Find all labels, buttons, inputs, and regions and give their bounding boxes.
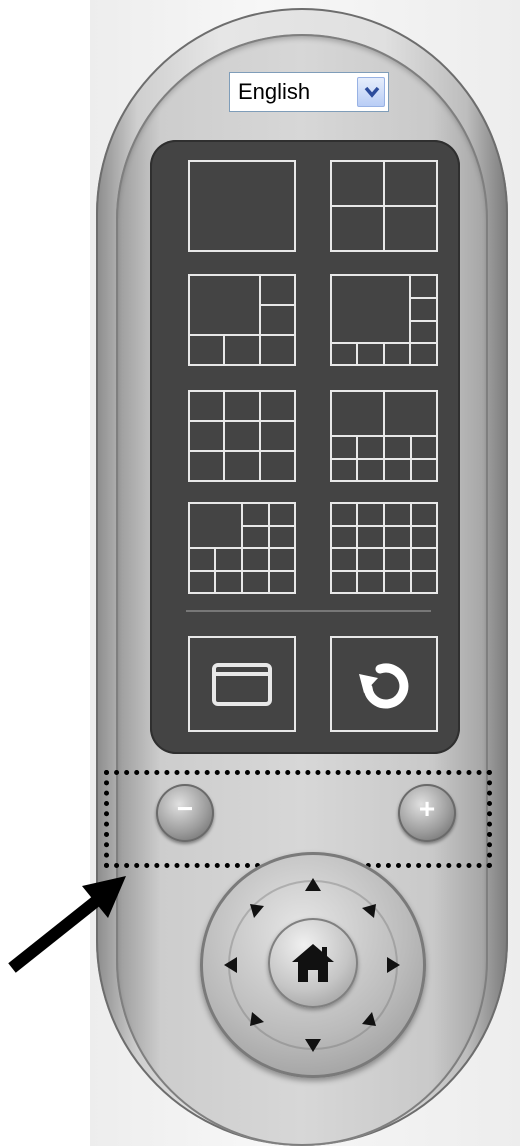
pan-down-button[interactable] — [304, 1036, 322, 1054]
home-icon — [292, 944, 334, 982]
layout-4-view-button[interactable] — [330, 160, 438, 252]
annotation-arrow-icon — [8, 876, 126, 973]
language-select-value: English — [238, 79, 311, 104]
pan-up-button[interactable] — [304, 876, 322, 894]
refresh-icon — [359, 663, 409, 709]
pan-down-left-button[interactable] — [248, 1010, 266, 1028]
home-button[interactable] — [268, 918, 358, 1008]
quad-view-icon — [330, 160, 438, 252]
panel-divider — [186, 610, 431, 612]
chevron-down-icon — [364, 86, 380, 98]
single-view-icon — [188, 160, 296, 252]
layout-16-view-button[interactable] — [330, 502, 438, 594]
window-icon — [212, 663, 272, 706]
pan-right-button[interactable] — [384, 956, 402, 974]
eight-view-icon — [330, 274, 438, 366]
layout-6-view-button[interactable] — [188, 274, 296, 366]
ptz-direction-pad — [200, 852, 426, 1078]
pan-down-right-button[interactable] — [360, 1010, 378, 1028]
language-select[interactable]: English — [229, 72, 389, 112]
language-dropdown-button[interactable] — [357, 77, 385, 107]
pan-up-left-button[interactable] — [248, 902, 266, 920]
pan-up-right-button[interactable] — [360, 902, 378, 920]
layout-13-view-button[interactable] — [188, 502, 296, 594]
refresh-button[interactable] — [330, 636, 438, 732]
fullscreen-button[interactable] — [188, 636, 296, 732]
layout-1-view-button[interactable] — [188, 160, 296, 252]
ten-view-icon — [330, 390, 438, 482]
thirteen-view-icon — [188, 502, 296, 594]
layout-8-view-button[interactable] — [330, 274, 438, 366]
nine-view-icon — [188, 390, 296, 482]
layout-9-view-button[interactable] — [188, 390, 296, 482]
sixteen-view-icon — [330, 502, 438, 594]
layout-10-view-button[interactable] — [330, 390, 438, 482]
pan-left-button[interactable] — [222, 956, 240, 974]
six-view-icon — [188, 274, 296, 366]
